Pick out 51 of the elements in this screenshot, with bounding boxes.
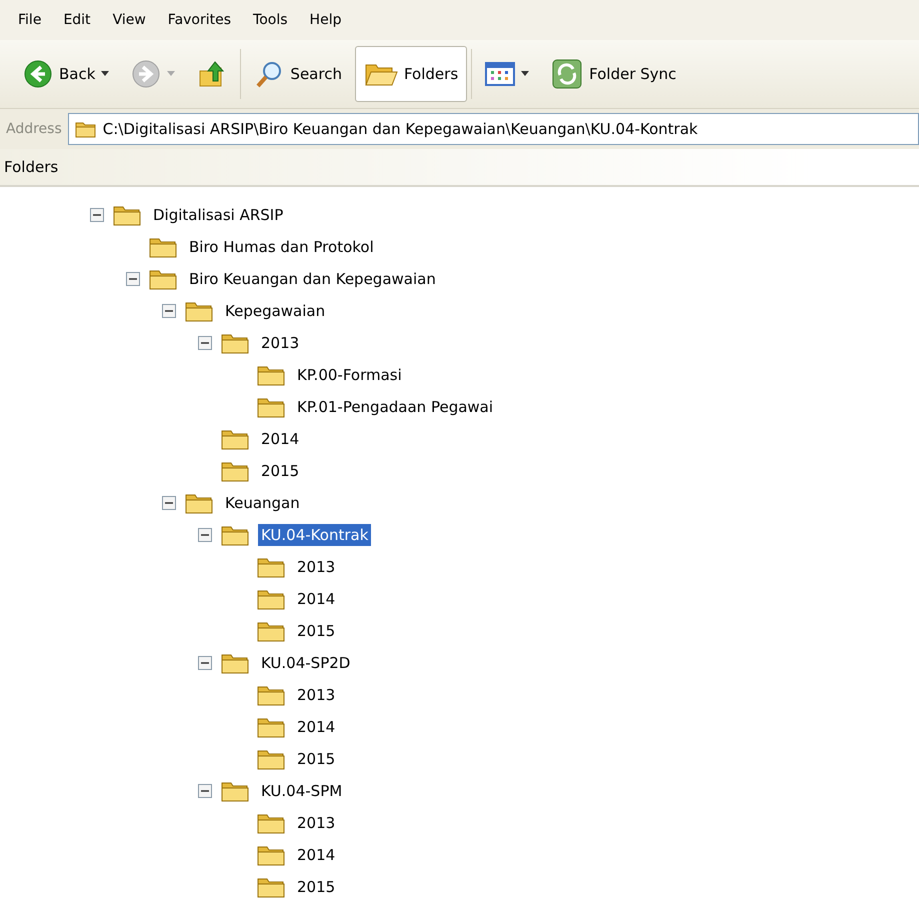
back-button[interactable]: Back — [14, 46, 118, 102]
tree-item[interactable]: Biro Keuangan dan Kepegawaian — [186, 268, 439, 290]
menu-item[interactable]: Favorites — [168, 12, 232, 28]
caret-icon — [167, 71, 176, 77]
arrow-circle-icon — [23, 59, 53, 89]
tree-item[interactable]: Kepegawaian — [222, 300, 328, 322]
menu-item[interactable]: View — [112, 12, 146, 28]
sync-icon — [551, 58, 584, 90]
tree-item[interactable]: 2014 — [258, 428, 302, 450]
tree-item[interactable]: KP.00-Formasi — [294, 364, 405, 386]
address-field[interactable]: C:\Digitalisasi ARSIP\Biro Keuangan dan Kepegawaian\Keuangan\KU.04-Kontrak — [68, 113, 919, 145]
view-grid-icon — [485, 61, 516, 87]
collapse-icon[interactable] — [162, 496, 176, 510]
menu-item[interactable]: Tools — [253, 12, 288, 28]
arrow-circle-icon — [131, 59, 162, 89]
collapse-icon[interactable] — [198, 784, 212, 798]
folder-icon — [74, 120, 97, 138]
tree-item[interactable]: 2014 — [294, 588, 338, 610]
collapse-icon[interactable] — [198, 528, 212, 542]
tree-item[interactable]: KU.04-SPM — [258, 780, 346, 802]
tree-item[interactable]: KP.01-Pengadaan Pegawai — [294, 396, 496, 418]
collapse-icon[interactable] — [126, 272, 140, 286]
tree-item[interactable]: 2014 — [294, 844, 338, 866]
tree-item[interactable]: 2013 — [294, 812, 338, 834]
address-label: Address — [6, 121, 62, 137]
sync-button[interactable]: Folder Sync — [542, 46, 686, 102]
tree-item[interactable]: KU.04-SP2D — [258, 652, 354, 674]
tree-item[interactable]: Digitalisasi ARSIP — [150, 204, 286, 226]
tree-item[interactable]: 2014 — [294, 716, 338, 738]
tree-item[interactable]: 2015 — [294, 748, 338, 770]
menu-item[interactable]: Help — [310, 12, 342, 28]
menu-item[interactable]: Edit — [63, 12, 91, 28]
tree-item[interactable]: Biro Humas dan Protokol — [186, 236, 377, 258]
collapse-icon[interactable] — [162, 304, 176, 318]
collapse-icon[interactable] — [90, 208, 104, 222]
tree-item[interactable]: 2015 — [294, 876, 338, 898]
caret-icon — [101, 71, 110, 77]
tree-item[interactable]: 2013 — [258, 332, 302, 354]
tree-item[interactable]: 2013 — [294, 556, 338, 578]
tree-item[interactable]: 2013 — [294, 684, 338, 706]
pane-title: Folders — [4, 158, 58, 176]
collapse-icon[interactable] — [198, 656, 212, 670]
tree-item[interactable]: 2015 — [258, 460, 302, 482]
tree-item[interactable]: 2015 — [294, 620, 338, 642]
caret-icon — [521, 71, 530, 77]
folders-button[interactable]: Folders — [354, 46, 468, 102]
search-button[interactable]: Search — [245, 46, 351, 102]
tree-item[interactable]: KU.04-Kontrak — [258, 524, 372, 546]
collapse-icon[interactable] — [198, 336, 212, 350]
menu-item[interactable]: File — [18, 12, 42, 28]
tree-item[interactable]: Keuangan — [222, 492, 303, 514]
